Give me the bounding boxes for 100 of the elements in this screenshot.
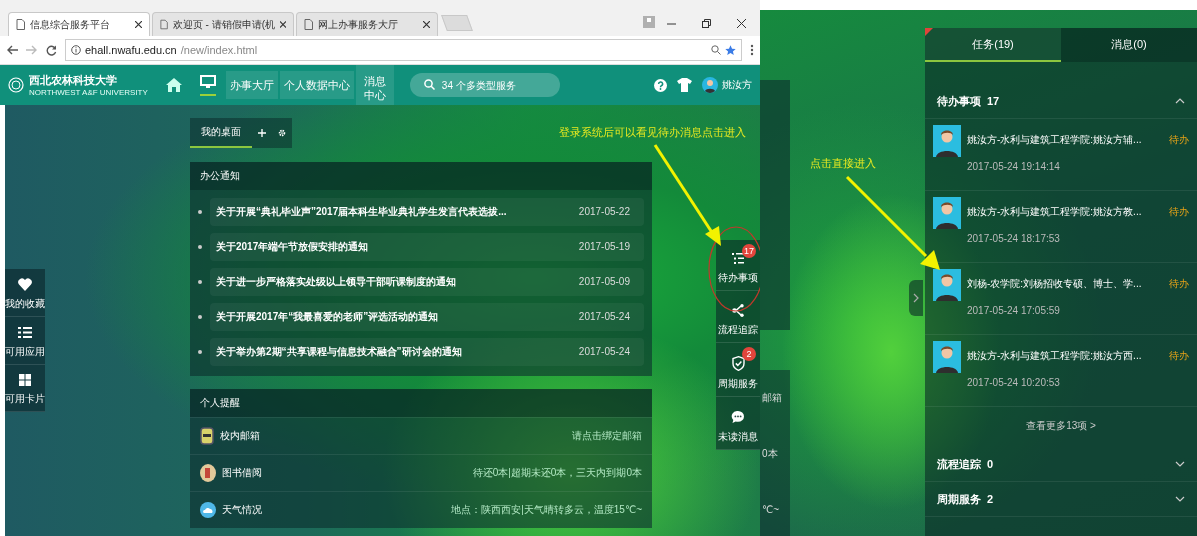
close-icon[interactable] [279, 21, 286, 28]
shirt-icon[interactable] [677, 78, 692, 92]
branch-icon [732, 304, 744, 317]
notice-title[interactable]: 关于举办第2期“共享课程与信息技术融合”研讨会的通知 [210, 338, 579, 366]
avatar-icon [933, 197, 961, 229]
browser-tab[interactable]: 信息综合服务平台 [8, 12, 150, 36]
notice-date: 2017-05-09 [578, 268, 644, 296]
section-title: 周期服务 [937, 491, 981, 507]
home-icon[interactable] [165, 78, 182, 92]
notice-row[interactable]: 关于开展2017年“我最喜爱的老师”评选活动的通知 2017-05-24 [198, 303, 644, 331]
desktop-tab[interactable]: 我的桌面 [190, 118, 252, 148]
page-icon [160, 19, 168, 30]
reminder-label[interactable]: 校内邮箱 [220, 429, 260, 443]
star-icon[interactable] [725, 44, 736, 56]
notice-row[interactable]: 关于进一步严格落实处级以上领导干部听课制度的通知 2017-05-09 [198, 268, 644, 296]
address-field[interactable]: ehall.nwafu.edu.cn /new/index.html [65, 39, 742, 61]
annotation-text: 登录系统后可以看见待办消息点击进入 [559, 125, 746, 140]
partial-text: 0本 [761, 447, 779, 462]
search-icon [423, 79, 435, 90]
notice-date: 2017-05-22 [578, 198, 644, 226]
dock-item[interactable]: 可用应用 [5, 317, 45, 365]
task-item[interactable]: 姚汝方-水利与建筑工程学院:姚汝方教... 待办 2017-05-24 18:17:53 [925, 191, 1197, 263]
reminder-value: 请点击绑定邮箱 [572, 429, 642, 443]
section-header[interactable]: 周期服务 2 [925, 482, 1197, 517]
close-icon[interactable] [737, 19, 746, 28]
task-time: 2017-05-24 10:20:53 [967, 377, 1061, 388]
help-icon[interactable] [654, 78, 667, 92]
partial-text: ℃~ [761, 503, 781, 515]
panel-tab[interactable]: 消息(0) [1061, 28, 1197, 62]
task-status: 待办 [1169, 205, 1189, 219]
list-icon [18, 326, 32, 339]
partial-text: 邮箱 [761, 391, 783, 406]
user-name[interactable]: 姚汝方 [722, 78, 752, 92]
task-time: 2017-05-24 19:14:14 [967, 161, 1061, 172]
mailbox-icon [200, 427, 214, 445]
reminder-label[interactable]: 天气情况 [222, 503, 262, 517]
notice-title[interactable]: 关于开展2017年“我最喜爱的老师”评选活动的通知 [210, 303, 579, 331]
notice-title[interactable]: 关于开展“典礼毕业声”2017届本科生毕业典礼学生发言代表选拔... [210, 198, 579, 226]
dock-item[interactable]: 可用卡片 [5, 365, 45, 412]
task-item[interactable]: 刘杨-农学院:刘杨招收专硕、博士、学... 待办 2017-05-24 17:05:59 [925, 263, 1197, 335]
settings-button[interactable] [272, 118, 292, 148]
collapse-handle[interactable] [909, 280, 923, 316]
plus-icon [258, 127, 266, 139]
browser-tab[interactable]: 欢迎页 - 请销假申请(机 [152, 12, 294, 36]
weather-icon [200, 502, 216, 518]
notice-title[interactable]: 关于进一步严格落实处级以上领导干部听课制度的通知 [210, 268, 579, 296]
browser-tab[interactable]: 网上办事服务大厅 [296, 12, 438, 36]
section-count: 2 [987, 493, 994, 505]
avatar-icon [933, 269, 961, 301]
info-icon [71, 45, 81, 55]
menu-icon[interactable] [750, 44, 754, 56]
dock-item[interactable]: 我的收藏 [5, 269, 45, 317]
bullet-icon [198, 210, 202, 214]
task-status: 待办 [1169, 349, 1189, 363]
notice-row[interactable]: 关于2017年端午节放假安排的通知 2017-05-19 [198, 233, 644, 261]
panel-tab[interactable]: 任务(19) [925, 28, 1061, 62]
gear-icon [278, 127, 286, 139]
notice-title[interactable]: 关于2017年端午节放假安排的通知 [210, 233, 579, 261]
bullet-icon [198, 350, 202, 354]
page-icon [304, 19, 313, 30]
chat-icon [731, 410, 745, 424]
avatar-icon[interactable] [702, 77, 718, 93]
avatar-icon [933, 341, 961, 373]
zoom-icon[interactable] [711, 45, 721, 55]
section-title: 流程追踪 [937, 456, 981, 472]
count-badge: 2 [742, 347, 756, 361]
close-icon[interactable] [423, 21, 430, 28]
reminder-value: 地点：陕西西安|天气晴转多云，温度15℃~ [451, 503, 642, 517]
notice-row[interactable]: 关于开展“典礼毕业声”2017届本科生毕业典礼学生发言代表选拔... 2017-05-22 [198, 198, 644, 226]
section-header[interactable]: 待办事项 17 [925, 84, 1197, 119]
reload-icon[interactable] [46, 44, 57, 56]
task-status: 待办 [1169, 133, 1189, 147]
task-item[interactable]: 姚汝方-水利与建筑工程学院:姚汝方辅... 待办 2017-05-24 19:14:14 [925, 119, 1197, 191]
reminder-value: 待还0本|超期未还0本，三天内到期0本 [472, 466, 642, 480]
task-time: 2017-05-24 17:05:59 [967, 305, 1061, 316]
close-icon[interactable] [135, 21, 142, 28]
task-title: 刘杨-农学院:刘杨招收专硕、博士、学... [967, 277, 1143, 291]
reminder-label[interactable]: 图书借阅 [222, 466, 262, 480]
task-time: 2017-05-24 18:17:53 [967, 233, 1061, 244]
corner-marker-icon [925, 28, 933, 36]
restore-icon[interactable] [702, 19, 711, 28]
notice-date: 2017-05-19 [578, 233, 644, 261]
card-title: 个人提醒 [190, 389, 652, 417]
section-count: 17 [987, 95, 1000, 107]
card-title: 办公通知 [190, 162, 652, 190]
emblem-icon [8, 77, 24, 93]
task-item[interactable]: 姚汝方-水利与建筑工程学院:姚汝方西... 待办 2017-05-24 10:20:53 [925, 335, 1197, 407]
task-list-icon [732, 253, 744, 265]
book-icon [200, 464, 216, 482]
section-count: 0 [987, 458, 994, 470]
back-icon[interactable] [6, 45, 18, 55]
task-title: 姚汝方-水利与建筑工程学院:姚汝方辅... [967, 133, 1143, 147]
chevron-right-icon [913, 293, 919, 303]
notice-row[interactable]: 关于举办第2期“共享课程与信息技术融合”研讨会的通知 2017-05-24 [198, 338, 644, 366]
section-header[interactable]: 流程追踪 0 [925, 447, 1197, 482]
bullet-icon [198, 280, 202, 284]
section-title: 待办事项 [937, 93, 981, 109]
task-title: 姚汝方-水利与建筑工程学院:姚汝方教... [967, 205, 1143, 219]
monitor-icon[interactable] [199, 74, 216, 96]
view-more-link[interactable]: 查看更多13项 > [925, 407, 1197, 447]
